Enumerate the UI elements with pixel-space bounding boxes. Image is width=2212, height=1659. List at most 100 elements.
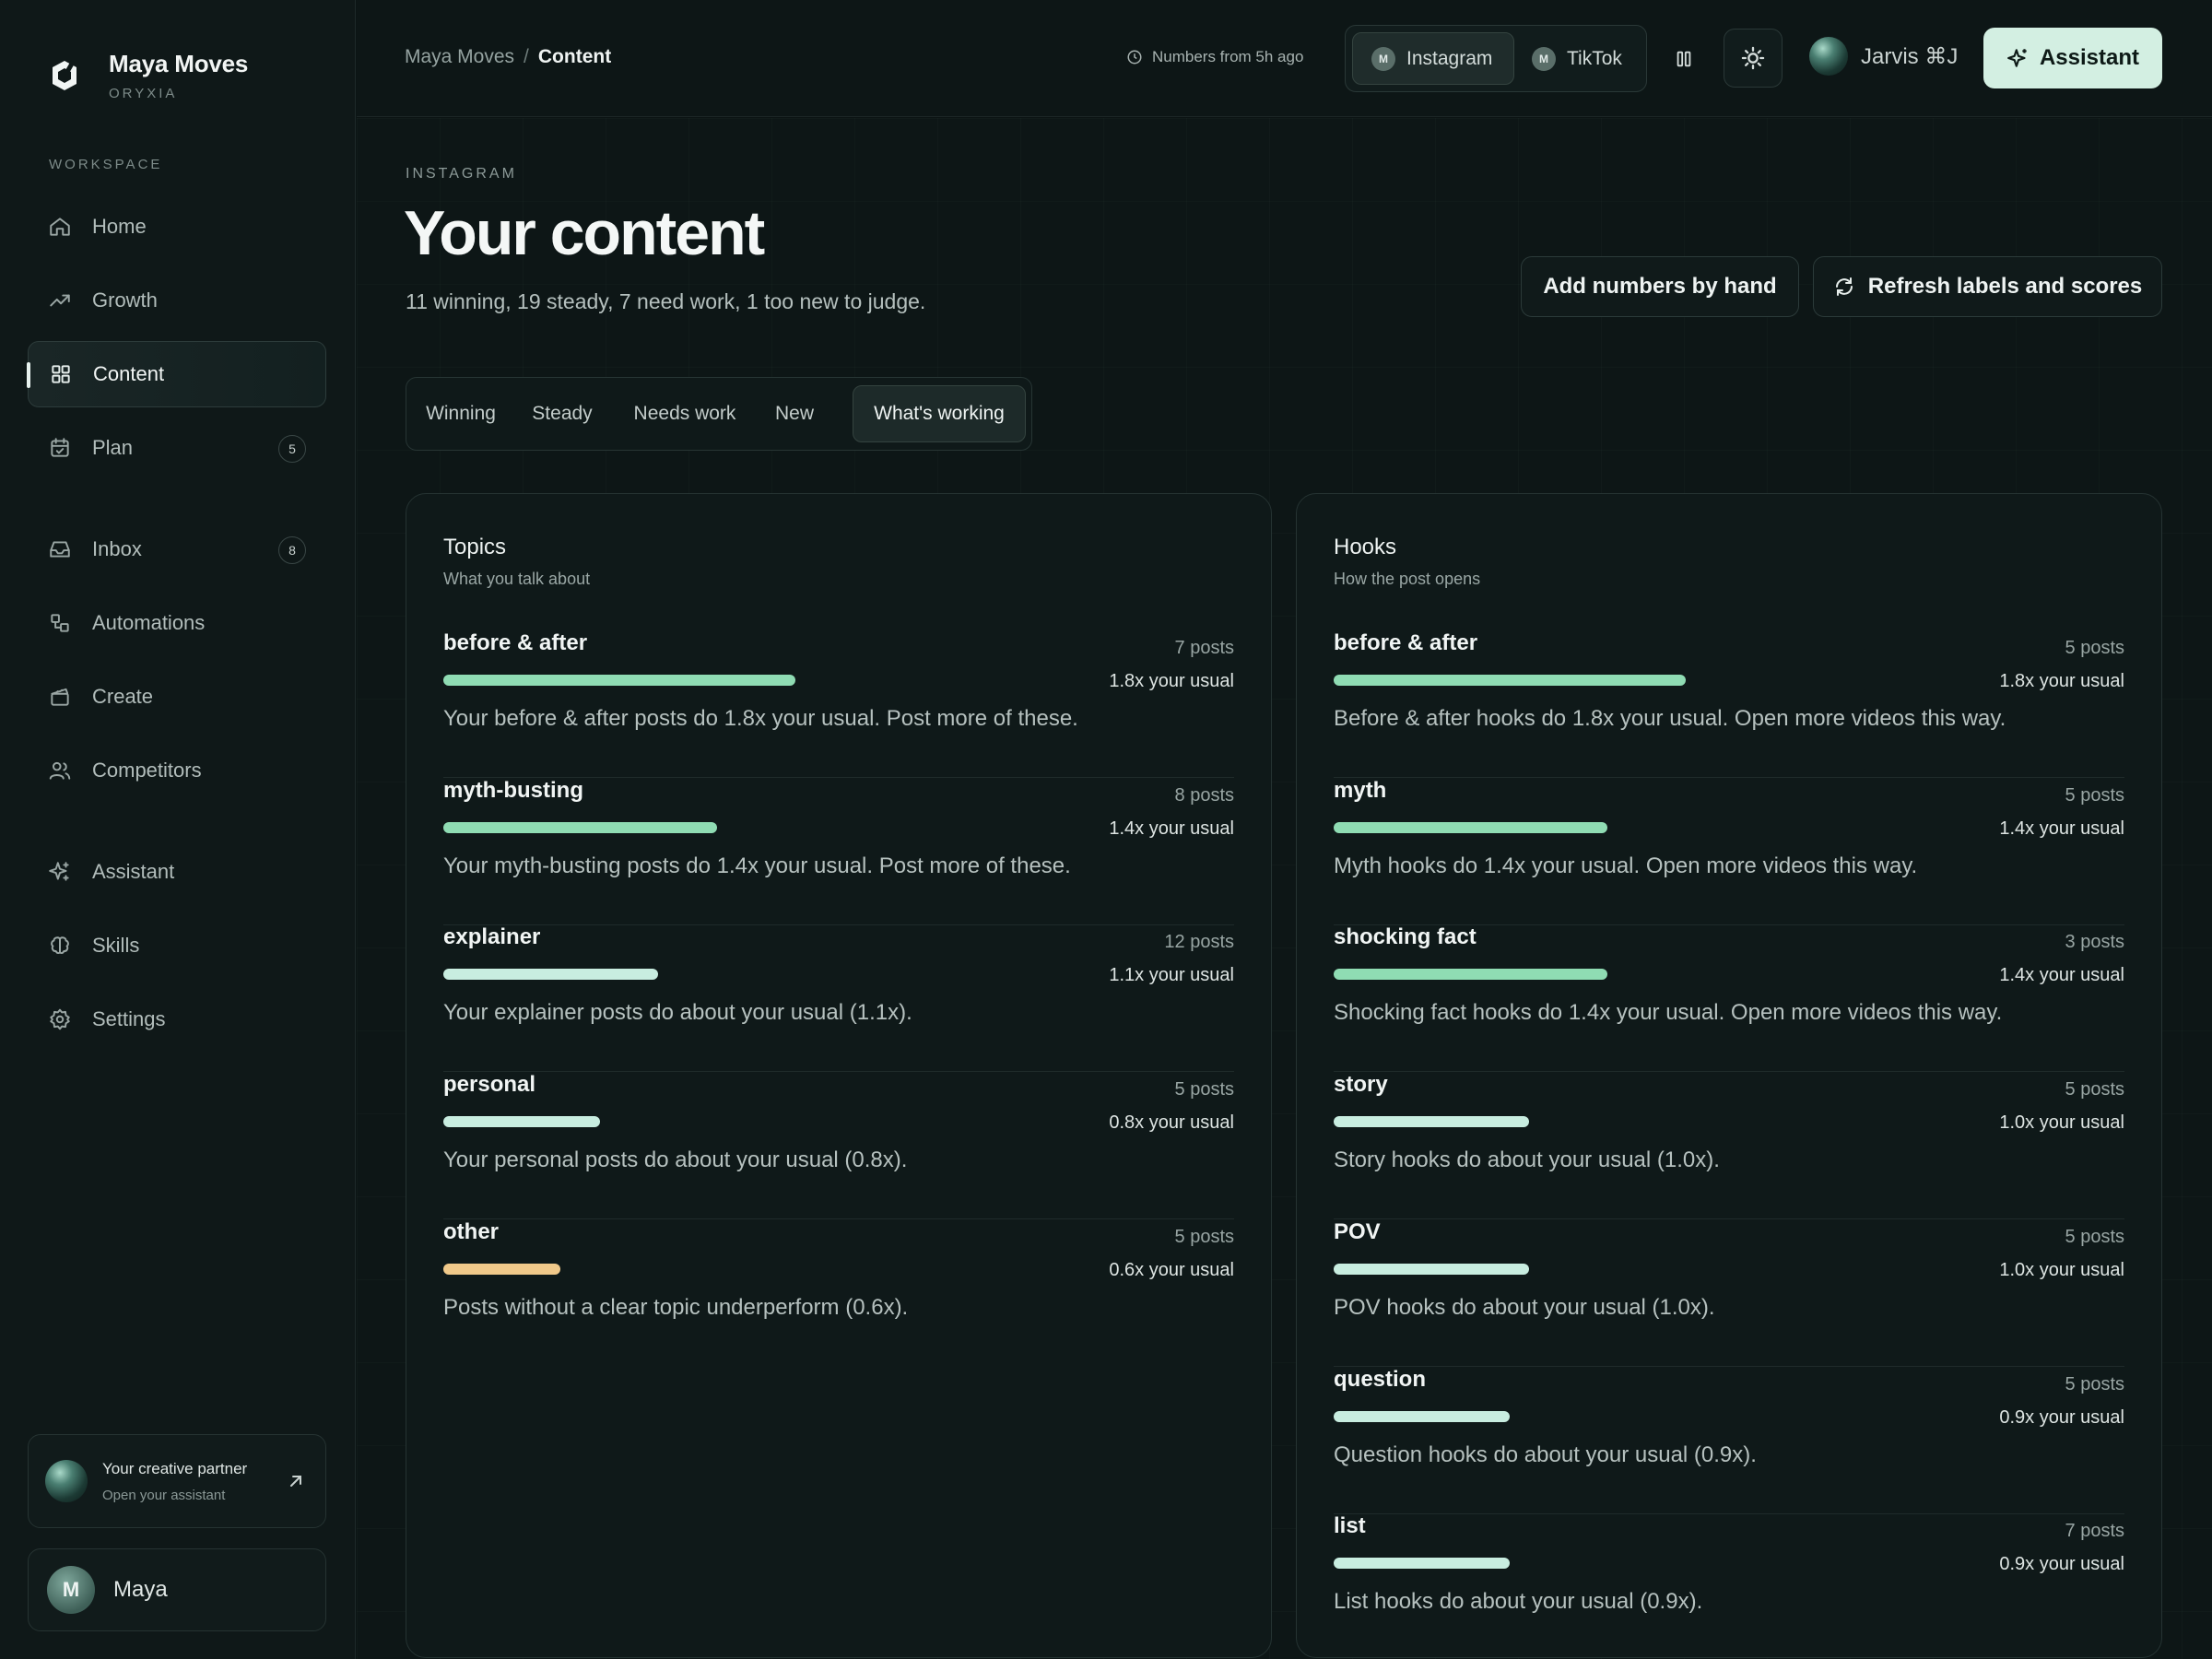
hook-row[interactable]: myth 5 posts 1.4x your usual Myth hooks …	[1334, 778, 2124, 925]
freshness-text: Numbers from 5h ago	[1152, 48, 1304, 65]
row-multiplier: 1.4x your usual	[1109, 818, 1234, 839]
row-name: personal	[443, 1072, 536, 1097]
row-post-count: 5 posts	[2065, 1079, 2124, 1100]
brand[interactable]: Maya Moves ORYXIA	[48, 50, 248, 101]
sidebar-item-growth[interactable]: Growth	[28, 267, 326, 334]
tiktok-account-avatar: M	[1532, 46, 1556, 71]
row-post-count: 3 posts	[2065, 932, 2124, 952]
row-name: explainer	[443, 924, 541, 949]
performance-bar	[443, 675, 795, 686]
sidebar-item-plan[interactable]: Plan 5	[28, 415, 326, 481]
topic-row[interactable]: myth-busting 8 posts 1.4x your usual You…	[443, 778, 1234, 925]
row-name: story	[1334, 1072, 1388, 1097]
sidebar-item-home[interactable]: Home	[28, 194, 326, 260]
breadcrumb-parent[interactable]: Maya Moves	[405, 46, 514, 67]
hook-row[interactable]: before & after 5 posts 1.8x your usual B…	[1334, 630, 2124, 778]
row-insight: Myth hooks do 1.4x your usual. Open more…	[1334, 853, 1918, 878]
topic-row[interactable]: before & after 7 posts 1.8x your usual Y…	[443, 630, 1234, 778]
tab-winning[interactable]: Winning	[415, 385, 507, 442]
breadcrumb-separator: /	[524, 46, 529, 67]
sidebar: Maya Moves ORYXIA WORKSPACE Home Growth …	[0, 0, 356, 1659]
platform-tab-tiktok[interactable]: M TikTok	[1521, 32, 1639, 85]
row-name: POV	[1334, 1219, 1381, 1244]
jarvis-shortcut[interactable]: Jarvis ⌘J	[1809, 37, 1958, 76]
tab-label: Steady	[532, 403, 593, 424]
sidebar-item-content[interactable]: Content	[27, 341, 326, 407]
page-title: Your content	[404, 198, 765, 268]
content-summary: 11 winning, 19 steady, 7 need work, 1 to…	[406, 289, 926, 313]
brand-subtitle: ORYXIA	[109, 86, 178, 101]
theme-toggle-button[interactable]	[1724, 29, 1783, 88]
topics-panel: Topics What you talk about before & afte…	[406, 493, 1272, 1658]
row-multiplier: 1.1x your usual	[1109, 965, 1234, 985]
tab-label: What's working	[874, 403, 1005, 424]
row-insight: Posts without a clear topic underperform…	[443, 1295, 909, 1320]
clock-icon	[1127, 50, 1142, 65]
row-insight: Shocking fact hooks do 1.4x your usual. …	[1334, 1000, 2003, 1025]
sidebar-item-label: Competitors	[92, 759, 202, 782]
hook-row[interactable]: question 5 posts 0.9x your usual Questio…	[1334, 1367, 2124, 1514]
topic-row[interactable]: other 5 posts 0.6x your usual Posts with…	[443, 1219, 1234, 1367]
clapperboard-icon	[48, 685, 72, 709]
row-post-count: 7 posts	[1174, 638, 1234, 658]
hook-row[interactable]: list 7 posts 0.9x your usual List hooks …	[1334, 1513, 2124, 1659]
platform-switcher: M Instagram M TikTok	[1345, 25, 1647, 92]
hook-row[interactable]: story 5 posts 1.0x your usual Story hook…	[1334, 1072, 2124, 1219]
assistant-button[interactable]: Assistant	[1983, 28, 2162, 88]
row-insight: Before & after hooks do 1.8x your usual.…	[1334, 706, 2006, 731]
tab-label: Needs work	[633, 403, 736, 424]
tab-needs-work[interactable]: Needs work	[617, 385, 753, 442]
sidebar-item-label: Inbox	[92, 537, 142, 560]
sidebar-item-competitors[interactable]: Competitors	[28, 737, 326, 804]
sparkles-icon	[2007, 49, 2027, 67]
sidebar-item-assistant[interactable]: Assistant	[28, 839, 326, 905]
sidebar-item-inbox[interactable]: Inbox 8	[28, 516, 326, 582]
filter-tabs: Winning Steady Needs work New What's wor…	[406, 377, 1032, 451]
row-post-count: 5 posts	[2065, 1227, 2124, 1247]
row-insight: Your explainer posts do about your usual…	[443, 1000, 912, 1025]
refresh-scores-button[interactable]: Refresh labels and scores	[1813, 256, 2162, 317]
topic-row[interactable]: explainer 12 posts 1.1x your usual Your …	[443, 924, 1234, 1072]
sidebar-item-label: Assistant	[92, 860, 175, 883]
topic-row[interactable]: personal 5 posts 0.8x your usual Your pe…	[443, 1072, 1234, 1219]
row-insight: Question hooks do about your usual (0.9x…	[1334, 1442, 1757, 1467]
row-multiplier: 1.4x your usual	[1999, 818, 2124, 839]
tab-label: New	[774, 403, 814, 424]
row-multiplier: 0.9x your usual	[1999, 1554, 2124, 1574]
hook-row[interactable]: shocking fact 3 posts 1.4x your usual Sh…	[1334, 924, 2124, 1072]
platform-tab-instagram[interactable]: M Instagram	[1352, 32, 1514, 85]
tab-steady[interactable]: Steady	[517, 385, 607, 442]
brand-name: Maya Moves	[109, 50, 249, 77]
row-post-count: 5 posts	[2065, 785, 2124, 806]
hook-row[interactable]: POV 5 posts 1.0x your usual POV hooks do…	[1334, 1219, 2124, 1367]
add-numbers-button[interactable]: Add numbers by hand	[1521, 256, 1799, 317]
sidebar-item-label: Growth	[92, 288, 158, 312]
row-post-count: 5 posts	[2065, 1374, 2124, 1394]
row-multiplier: 1.4x your usual	[1999, 965, 2124, 985]
data-freshness: Numbers from 5h ago	[1126, 48, 1303, 66]
jarvis-label: Jarvis ⌘J	[1861, 43, 1959, 69]
performance-bar	[1334, 822, 1607, 833]
row-multiplier: 1.8x your usual	[1109, 671, 1234, 691]
tab-whats-working[interactable]: What's working	[853, 385, 1026, 442]
sidebar-item-label: Skills	[92, 934, 140, 957]
sidebar-item-settings[interactable]: Settings	[28, 986, 326, 1053]
sparkles-icon	[48, 860, 72, 884]
sidebar-item-automations[interactable]: Automations	[28, 590, 326, 656]
row-name: myth	[1334, 778, 1387, 803]
panel-toggle-button[interactable]	[1665, 41, 1702, 77]
sidebar-item-create[interactable]: Create	[28, 664, 326, 730]
breadcrumb: Maya Moves / Content	[405, 46, 611, 68]
performance-bar	[443, 969, 658, 980]
tab-new[interactable]: New	[762, 385, 827, 442]
performance-bar	[1334, 675, 1686, 686]
creative-partner-card[interactable]: Your creative partner Open your assistan…	[28, 1434, 326, 1528]
row-multiplier: 1.0x your usual	[1999, 1260, 2124, 1280]
user-profile-button[interactable]: M Maya	[28, 1548, 326, 1631]
users-icon	[48, 759, 72, 782]
jarvis-orb-icon	[1809, 37, 1848, 76]
hooks-panel: Hooks How the post opens before & after …	[1296, 493, 2162, 1658]
sidebar-item-label: Automations	[92, 611, 206, 634]
panel-subtitle: What you talk about	[443, 570, 591, 588]
sidebar-item-skills[interactable]: Skills	[28, 912, 326, 979]
